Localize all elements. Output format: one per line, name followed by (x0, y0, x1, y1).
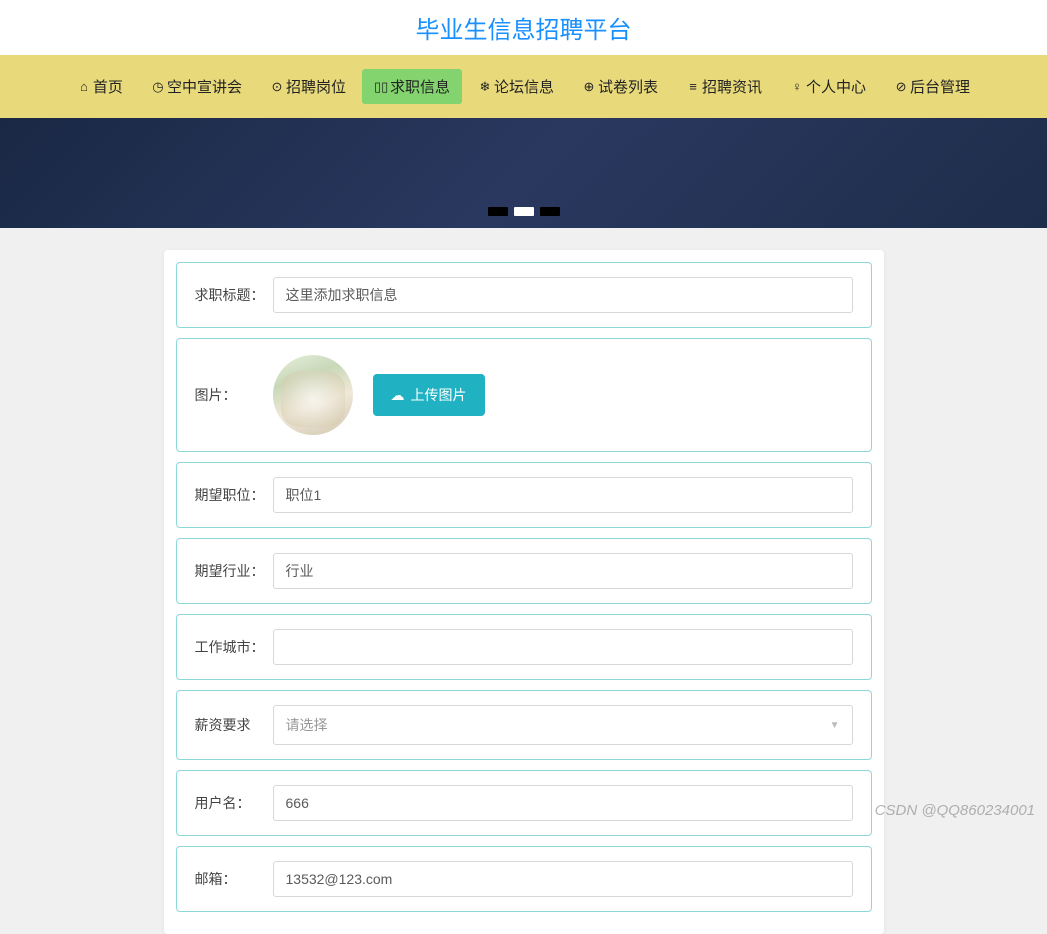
nav-label: 空中宣讲会 (167, 76, 242, 97)
position-label: 期望职位： (195, 485, 273, 505)
user-icon: ♀ (790, 79, 804, 94)
snowflake-icon: ❄ (478, 79, 492, 95)
city-group: 工作城市： (176, 614, 872, 680)
nav-profile[interactable]: ♀ 个人中心 (778, 69, 878, 104)
image-section: ☁ 上传图片 (273, 355, 485, 435)
banner-carousel (0, 118, 1047, 228)
header: 毕业生信息招聘平台 (0, 0, 1047, 55)
avatar-preview (273, 355, 353, 435)
main-nav: ⌂ 首页 ◷ 空中宣讲会 ⊙ 招聘岗位 ▯▯ 求职信息 ❄ 论坛信息 ⊕ 试卷列… (0, 55, 1047, 118)
nav-admin[interactable]: ⊘ 后台管理 (882, 69, 982, 104)
nav-label: 求职信息 (390, 76, 450, 97)
link-icon: ⊘ (894, 79, 908, 95)
form-container: 求职标题： 图片： ☁ 上传图片 期望职位： 期望行业： 工作城市： 薪资要求 … (164, 250, 884, 934)
job-title-label: 求职标题： (195, 285, 273, 305)
cloud-upload-icon: ☁ (391, 387, 405, 404)
target-icon: ⊙ (270, 79, 284, 95)
upload-image-button[interactable]: ☁ 上传图片 (373, 374, 485, 416)
nav-label: 个人中心 (806, 76, 866, 97)
clock-icon: ◷ (151, 79, 165, 95)
carousel-dot-0[interactable] (488, 207, 508, 216)
username-label: 用户名： (195, 793, 273, 813)
salary-label: 薪资要求 (195, 715, 273, 735)
watermark: CSDN @QQ860234001 (875, 802, 1035, 819)
nav-exam[interactable]: ⊕ 试卷列表 (570, 69, 670, 104)
position-group: 期望职位： (176, 462, 872, 528)
job-title-group: 求职标题： (176, 262, 872, 328)
nav-forum[interactable]: ❄ 论坛信息 (466, 69, 566, 104)
job-title-input[interactable] (273, 277, 853, 313)
email-label: 邮箱： (195, 869, 273, 889)
city-input[interactable] (273, 629, 853, 665)
carousel-indicators (488, 207, 560, 216)
image-group: 图片： ☁ 上传图片 (176, 338, 872, 452)
nav-label: 论坛信息 (494, 76, 554, 97)
nav-seminar[interactable]: ◷ 空中宣讲会 (139, 69, 254, 104)
email-input[interactable] (273, 861, 853, 897)
list-icon: ≡ (686, 79, 700, 94)
industry-input[interactable] (273, 553, 853, 589)
globe-icon: ⊕ (582, 79, 596, 95)
chevron-down-icon: ▼ (830, 720, 840, 731)
salary-select[interactable]: 请选择 ▼ (273, 705, 853, 745)
nav-home[interactable]: ⌂ 首页 (65, 69, 135, 104)
carousel-dot-1[interactable] (514, 207, 534, 216)
nav-label: 首页 (93, 76, 123, 97)
nav-label: 后台管理 (910, 76, 970, 97)
nav-label: 招聘岗位 (286, 76, 346, 97)
username-group: 用户名： (176, 770, 872, 836)
nav-news[interactable]: ≡ 招聘资讯 (674, 69, 774, 104)
salary-group: 薪资要求 请选择 ▼ (176, 690, 872, 760)
industry-group: 期望行业： (176, 538, 872, 604)
city-label: 工作城市： (195, 637, 273, 657)
nav-job-info[interactable]: ▯▯ 求职信息 (362, 69, 462, 104)
position-input[interactable] (273, 477, 853, 513)
nav-label: 试卷列表 (598, 76, 658, 97)
image-label: 图片： (195, 385, 273, 405)
nav-recruit-post[interactable]: ⊙ 招聘岗位 (258, 69, 358, 104)
industry-label: 期望行业： (195, 561, 273, 581)
nav-label: 招聘资讯 (702, 76, 762, 97)
username-input[interactable] (273, 785, 853, 821)
page-title: 毕业生信息招聘平台 (0, 10, 1047, 45)
columns-icon: ▯▯ (374, 79, 388, 95)
home-icon: ⌂ (77, 79, 91, 94)
email-group: 邮箱： (176, 846, 872, 912)
carousel-dot-2[interactable] (540, 207, 560, 216)
salary-placeholder: 请选择 (286, 715, 328, 735)
upload-btn-label: 上传图片 (411, 385, 467, 405)
